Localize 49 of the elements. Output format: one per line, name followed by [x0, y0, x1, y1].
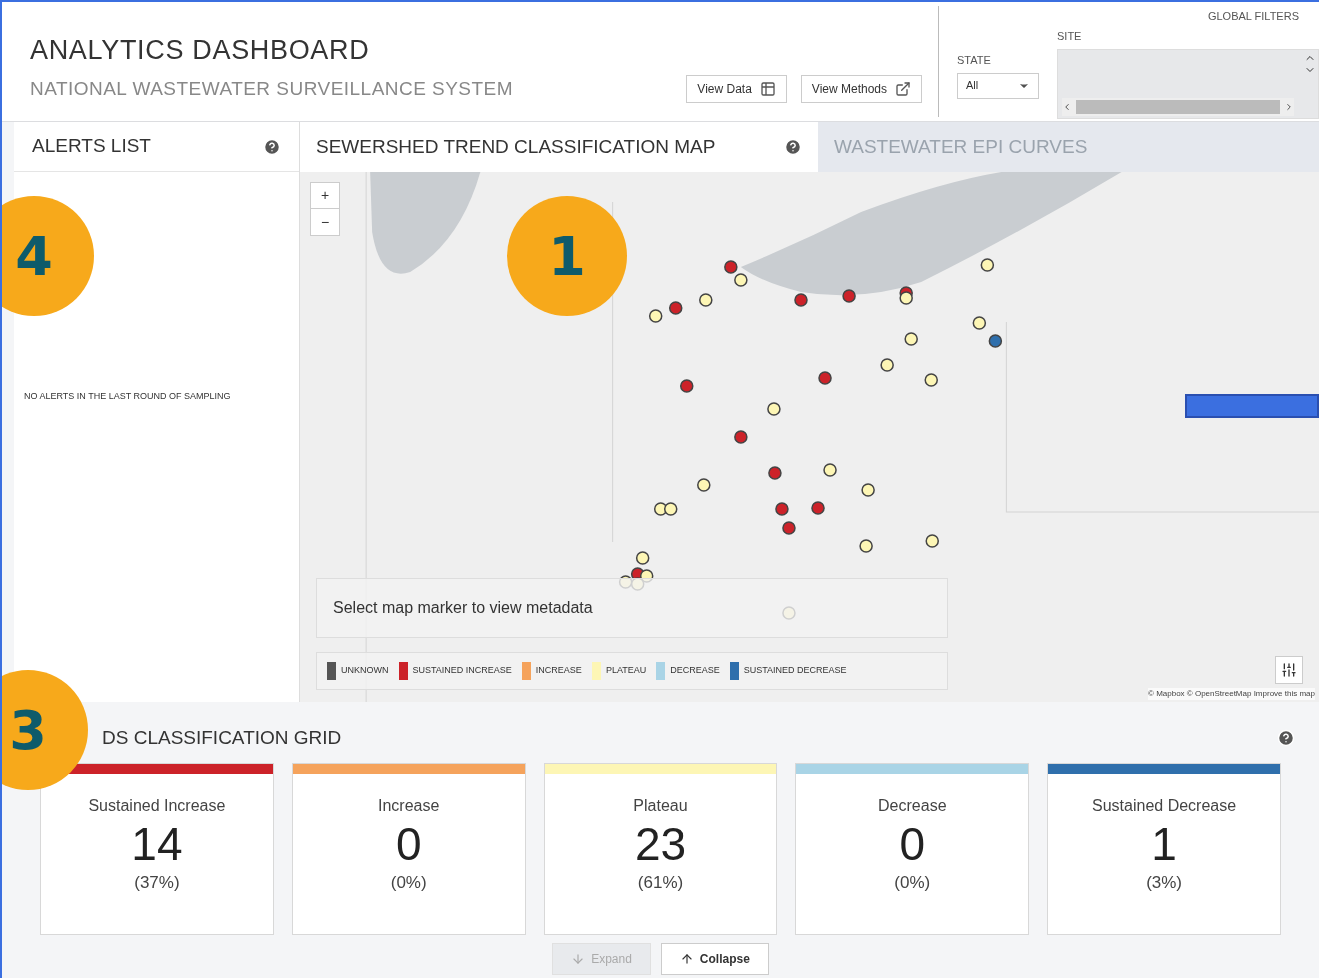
- sliders-icon: [1281, 662, 1297, 678]
- table-icon: [759, 81, 776, 97]
- help-icon[interactable]: [263, 137, 281, 156]
- view-button[interactable]: View Data: [686, 75, 787, 103]
- zoom-out-button[interactable]: −: [311, 209, 339, 235]
- card-percent: (0%): [894, 871, 931, 894]
- card-percent: (37%): [134, 871, 180, 894]
- state-label: STATE: [957, 53, 992, 68]
- metadata-hint: Select map marker to view metadata: [333, 598, 593, 618]
- card-label: Increase: [378, 795, 440, 816]
- card-label: Plateau: [633, 795, 688, 816]
- legend-label: SUSTAINED INCREASE: [412, 664, 512, 678]
- card-count: 14: [131, 817, 183, 870]
- scroll-left-icon[interactable]: [1062, 101, 1072, 112]
- legend-label: DECREASE: [670, 664, 720, 678]
- state-dropdown[interactable]: All: [957, 72, 1039, 99]
- card-percent: (3%): [1146, 871, 1183, 894]
- card-count: 0: [899, 817, 926, 870]
- help-icon[interactable]: [1277, 729, 1295, 748]
- card-percent: (0%): [390, 871, 427, 894]
- card-label: Decrease: [878, 795, 947, 816]
- help-icon[interactable]: [784, 138, 802, 156]
- legend-label: PLATEAU: [605, 664, 647, 678]
- site-label: SITE: [1057, 29, 1083, 44]
- layers-button[interactable]: [1275, 656, 1303, 684]
- alerts-title: ALERTS LIST: [32, 134, 151, 159]
- grid-title: DS CLASSIFICATION GRID: [102, 726, 342, 750]
- legend-label: UNKNOWN: [341, 664, 389, 678]
- scroll-right-icon[interactable]: [1284, 101, 1294, 112]
- view-button[interactable]: View Methods: [800, 75, 922, 103]
- card-count: 23: [634, 817, 687, 870]
- tab-label: WASTEWATER EPI CURVES: [834, 134, 1088, 159]
- card-label: Sustained Increase: [88, 795, 226, 816]
- legend-label: SUSTAINED DECREASE: [743, 664, 847, 678]
- card-count: 1: [1151, 817, 1177, 870]
- no-alerts-message: NO ALERTS IN THE LAST ROUND OF SAMPLING: [24, 390, 231, 404]
- dashboard-title: ANALYTICS DASHBOARD: [30, 34, 371, 67]
- filters-title: GLOBAL FILTERS: [1207, 9, 1299, 24]
- card-count: 0: [395, 817, 422, 870]
- zoom-in-button[interactable]: +: [311, 183, 339, 209]
- tab-label: SEWERSHED TREND CLASSIFICATION MAP: [316, 134, 716, 159]
- card-percent: (61%): [637, 871, 684, 894]
- map-attribution: © Mapbox © OpenStreetMap Improve this map: [1148, 688, 1315, 700]
- horizontal-scrollbar[interactable]: [1062, 97, 1294, 116]
- dashboard-subtitle: NATIONAL WASTEWATER SURVEILLANCE SYSTEM: [30, 76, 515, 101]
- external-link-icon: [895, 81, 911, 97]
- collapse-button[interactable]: Collapse: [660, 942, 769, 975]
- card-label: Sustained Decrease: [1092, 795, 1237, 816]
- legend-label: INCREASE: [535, 664, 582, 678]
